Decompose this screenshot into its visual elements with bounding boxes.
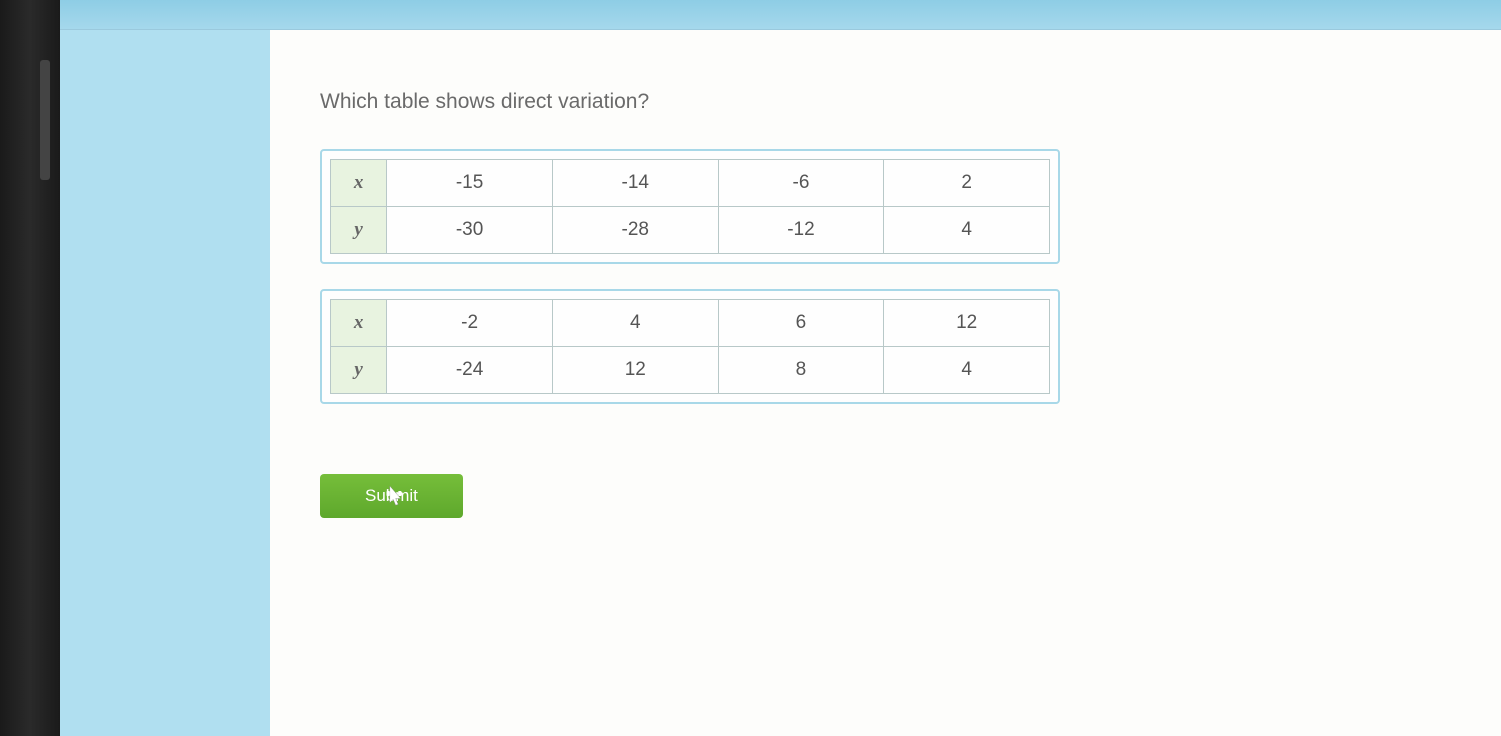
submit-label: Submit <box>365 486 418 505</box>
cell: 4 <box>552 300 718 347</box>
table-option-2[interactable]: x -2 4 6 12 y -24 12 8 4 <box>320 289 1060 404</box>
cell: 12 <box>884 300 1050 347</box>
top-bar <box>60 0 1501 30</box>
row-header-x: x <box>331 300 387 347</box>
question-card: Which table shows direct variation? x -1… <box>270 30 1501 736</box>
cell: -14 <box>552 160 718 207</box>
cell: -15 <box>387 160 553 207</box>
table-row: y -24 12 8 4 <box>331 347 1050 394</box>
table-option-1[interactable]: x -15 -14 -6 2 y -30 -28 -12 4 <box>320 149 1060 264</box>
cell: -12 <box>718 207 884 254</box>
row-header-y: y <box>331 347 387 394</box>
cell: 12 <box>552 347 718 394</box>
cell: -28 <box>552 207 718 254</box>
bezel-ridge <box>40 60 50 180</box>
data-table-2: x -2 4 6 12 y -24 12 8 4 <box>330 299 1050 394</box>
screen-area: Which table shows direct variation? x -1… <box>60 0 1501 736</box>
cell: -2 <box>387 300 553 347</box>
row-header-x: x <box>331 160 387 207</box>
cell: 4 <box>884 207 1050 254</box>
row-header-y: y <box>331 207 387 254</box>
cell: 6 <box>718 300 884 347</box>
cell: 8 <box>718 347 884 394</box>
table-row: x -15 -14 -6 2 <box>331 160 1050 207</box>
question-text: Which table shows direct variation? <box>320 90 1451 114</box>
submit-button[interactable]: Submit <box>320 474 463 518</box>
cell: -24 <box>387 347 553 394</box>
table-row: y -30 -28 -12 4 <box>331 207 1050 254</box>
monitor-bezel <box>0 0 60 736</box>
data-table-1: x -15 -14 -6 2 y -30 -28 -12 4 <box>330 159 1050 254</box>
cell: -30 <box>387 207 553 254</box>
table-row: x -2 4 6 12 <box>331 300 1050 347</box>
cell: 4 <box>884 347 1050 394</box>
cell: -6 <box>718 160 884 207</box>
cell: 2 <box>884 160 1050 207</box>
